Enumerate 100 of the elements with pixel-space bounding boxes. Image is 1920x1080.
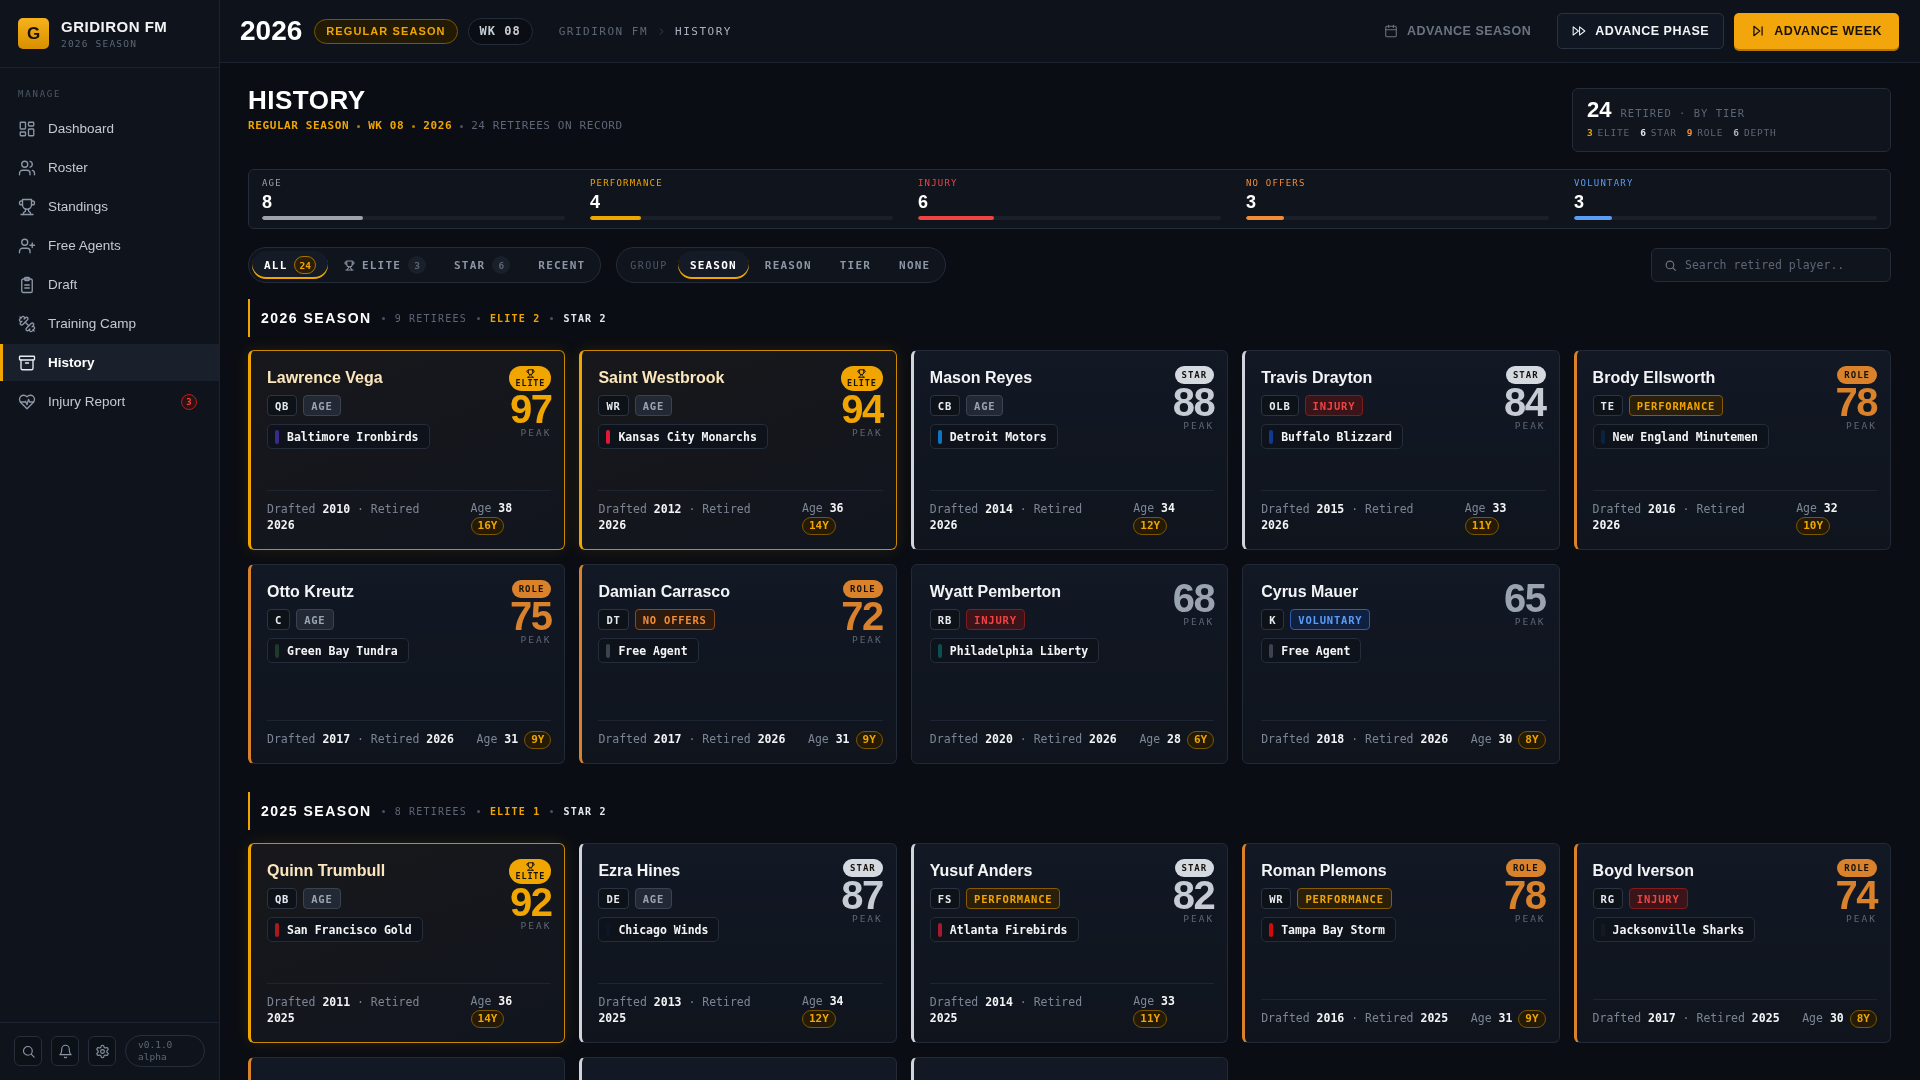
retirement-age: Age 33 xyxy=(1133,993,1175,1009)
nav-item[interactable]: Training Camp xyxy=(0,305,219,342)
app-title: GRIDIRON FM xyxy=(61,17,168,35)
peak-rating: 97 xyxy=(509,393,552,425)
player-card[interactable]: Wyatt Pemberton RB INJURY Philadelphia Liberty 68 PEAK Drafted 2020 · Retired 2026 Age 28 6Y xyxy=(910,564,1229,764)
advance-season-button[interactable]: ADVANCE SEASON xyxy=(1374,13,1542,49)
peak-rating: 82 xyxy=(1172,879,1215,911)
player-card[interactable]: Roman Plemons WR PERFORMANCE Tampa Bay Storm ROLE 78 PEAK Drafted 2016 · Retired 2025 Age 31 9Y xyxy=(1242,843,1560,1043)
peak-rating: 72 xyxy=(841,600,883,632)
season-context: 2026 xyxy=(423,119,453,133)
reason-label: PERFORMANCE xyxy=(590,178,663,189)
tier-badge: ROLE xyxy=(1505,859,1546,877)
filter-tab[interactable]: ELITE 3 xyxy=(331,251,439,279)
player-name: Quinn Trumbull xyxy=(267,861,386,881)
filter-tab[interactable]: RECENT xyxy=(526,251,598,279)
nav-item[interactable]: Dashboard xyxy=(0,110,219,147)
career-years: Drafted 2017 · Retired 2026 xyxy=(267,732,454,748)
nav-item[interactable]: Roster xyxy=(0,149,219,186)
notifications-button[interactable] xyxy=(51,1036,79,1066)
heart-pulse-icon xyxy=(18,392,36,411)
group-tab[interactable]: REASON xyxy=(752,251,824,279)
group-tab[interactable]: TIER xyxy=(827,251,884,279)
nav-item[interactable]: History xyxy=(0,344,219,381)
search-icon xyxy=(20,1043,36,1059)
player-card[interactable]: Ezra Hines DE AGE Chicago Winds STAR 87 PEAK Drafted 2013 · Retired 2025 Age 34 12Y xyxy=(579,843,897,1043)
tier-name: ELITE xyxy=(1597,127,1631,139)
group-tab[interactable]: SEASON xyxy=(677,251,749,279)
player-card[interactable]: Lawrence Vega QB AGE Baltimore Ironbirds ELITE 97 PEAK Drafted 2010 · Retired 2026 Age 38 16Y xyxy=(248,350,566,550)
filter-tab[interactable]: ALL 24 xyxy=(252,251,328,279)
player-card[interactable]: Cyrus Mauer K VOLUNTARY Free Agent 65 PEAK Drafted 2018 · Retired 2026 Age 30 8Y xyxy=(1242,564,1560,764)
dumbbell-icon xyxy=(18,314,36,333)
player-name: Lawrence Vega xyxy=(267,368,383,388)
player-card[interactable]: Otto Kreutz C AGE Green Bay Tundra ROLE 75 PEAK Drafted 2017 · Retired 2026 Age 31 9Y xyxy=(248,564,566,764)
team-name: Atlanta Firebirds xyxy=(949,922,1068,937)
peak-rating: 78 xyxy=(1504,879,1546,911)
reason-count: 4 xyxy=(590,192,600,212)
player-card[interactable]: Boyd Iverson RG INJURY Jacksonville Sharks ROLE 74 PEAK Drafted 2017 · Retired 2025 Age 30 8Y xyxy=(1573,843,1891,1043)
peak-rating: 84 xyxy=(1504,386,1546,418)
team-name: Jacksonville Sharks xyxy=(1612,922,1745,937)
search-button[interactable] xyxy=(14,1036,42,1066)
career-length-pill: 10Y xyxy=(1796,517,1831,535)
group-tab[interactable]: NONE xyxy=(887,251,943,279)
player-name: Saint Westbrook xyxy=(598,368,725,388)
retirement-age: Age 34 xyxy=(801,993,844,1009)
player-card[interactable]: Damian Carrasco DT NO OFFERS Free Agent ROLE 72 PEAK Drafted 2017 · Retired 2026 Age 31 9Y xyxy=(579,564,897,764)
player-name: Mason Reyes xyxy=(929,368,1033,388)
settings-icon xyxy=(94,1043,110,1059)
tier-label: ELITE xyxy=(847,378,877,388)
player-card[interactable]: Saint Westbrook WR AGE Kansas City Monarchs ELITE 94 PEAK Drafted 2012 · Retired 2026 Age 36 14Y xyxy=(579,350,897,550)
retirees-note: 24 RETIREES ON RECORD xyxy=(471,119,623,133)
advance-week-button[interactable]: ADVANCE WEEK xyxy=(1734,13,1899,49)
player-card[interactable]: Mason Reyes CB AGE Detroit Motors STAR 88 PEAK Drafted 2014 · Retired 2026 Age 34 12Y xyxy=(910,350,1229,550)
users-icon xyxy=(18,158,36,177)
player-card[interactable]: Yusuf Anders FS PERFORMANCE Atlanta Firebirds STAR 82 PEAK Drafted 2014 · Retired 2025 Age 33 11Y xyxy=(910,843,1229,1043)
summary-label: RETIRED · BY TIER xyxy=(1620,107,1745,119)
nav-item[interactable]: Free Agents xyxy=(0,227,219,264)
tier-count: 3 xyxy=(1587,127,1594,139)
reason-count: 3 xyxy=(1246,192,1256,212)
team-name: New England Minutemen xyxy=(1612,429,1758,444)
season-context: REGULAR SEASON xyxy=(248,119,350,133)
peak-label: PEAK xyxy=(1183,420,1215,431)
trophy-icon xyxy=(343,259,355,271)
player-card[interactable]: Travis Drayton OLB INJURY Buffalo Blizzard STAR 84 PEAK Drafted 2015 · Retired 2026 Age 33 11Y xyxy=(1242,350,1560,550)
nav-item[interactable]: Draft xyxy=(0,266,219,303)
settings-button[interactable] xyxy=(88,1036,116,1066)
retiree-count: 8 RETIREES xyxy=(394,805,467,817)
advance-phase-button[interactable]: ADVANCE PHASE xyxy=(1557,13,1725,49)
retirement-reason-tag: VOLUNTARY xyxy=(1290,609,1371,630)
retirement-age: Age 33 xyxy=(1464,500,1507,516)
nav-item[interactable]: Injury Report 3 xyxy=(0,383,219,420)
team-name: Tampa Bay Storm xyxy=(1281,922,1386,937)
elite-count: ELITE 1 xyxy=(489,805,541,817)
trophy-icon xyxy=(525,862,535,871)
logo-mark: G xyxy=(18,18,49,49)
notification-count: 3 xyxy=(181,393,197,410)
retirement-age: Age 31 xyxy=(476,732,519,748)
player-name: Boyd Iverson xyxy=(1592,861,1694,881)
player-name: Brody Ellsworth xyxy=(1592,368,1716,388)
team-name: Kansas City Monarchs xyxy=(618,429,757,444)
search-field[interactable]: Search retired player.. xyxy=(1651,248,1891,282)
retirement-reason-tag: NO OFFERS xyxy=(634,609,715,630)
peak-label: PEAK xyxy=(1514,420,1546,431)
player-card[interactable]: Brody Ellsworth TE PERFORMANCE New England Minutemen ROLE 78 PEAK Drafted 2016 · Retired 2026 Age 32 10Y xyxy=(1573,350,1891,550)
week-pill: WK 08 xyxy=(467,17,533,45)
tab-count: 6 xyxy=(492,256,511,274)
season-year: 2026 xyxy=(240,15,303,47)
peak-label: PEAK xyxy=(1183,616,1215,627)
team-name: Free Agent xyxy=(618,643,688,658)
filter-tab[interactable]: STAR 6 xyxy=(442,251,523,279)
career-years: Drafted 2018 · Retired 2026 xyxy=(1261,732,1449,748)
player-card[interactable]: Quinn Trumbull QB AGE San Francisco Gold ELITE 92 PEAK Drafted 2011 · Retired 2025 Age 36 14Y xyxy=(248,843,566,1043)
tier-badge: ROLE xyxy=(843,580,883,598)
tier-badge: STAR xyxy=(843,859,883,877)
career-length-pill: 6Y xyxy=(1186,731,1215,749)
career-years: Drafted 2016 · Retired 2026 xyxy=(1592,502,1746,534)
position-tag: WR xyxy=(598,395,629,416)
nav-item[interactable]: Standings xyxy=(0,188,219,225)
position-tag: DT xyxy=(598,609,629,630)
team-name: Buffalo Blizzard xyxy=(1281,429,1392,444)
career-length-pill: 9Y xyxy=(855,731,883,749)
